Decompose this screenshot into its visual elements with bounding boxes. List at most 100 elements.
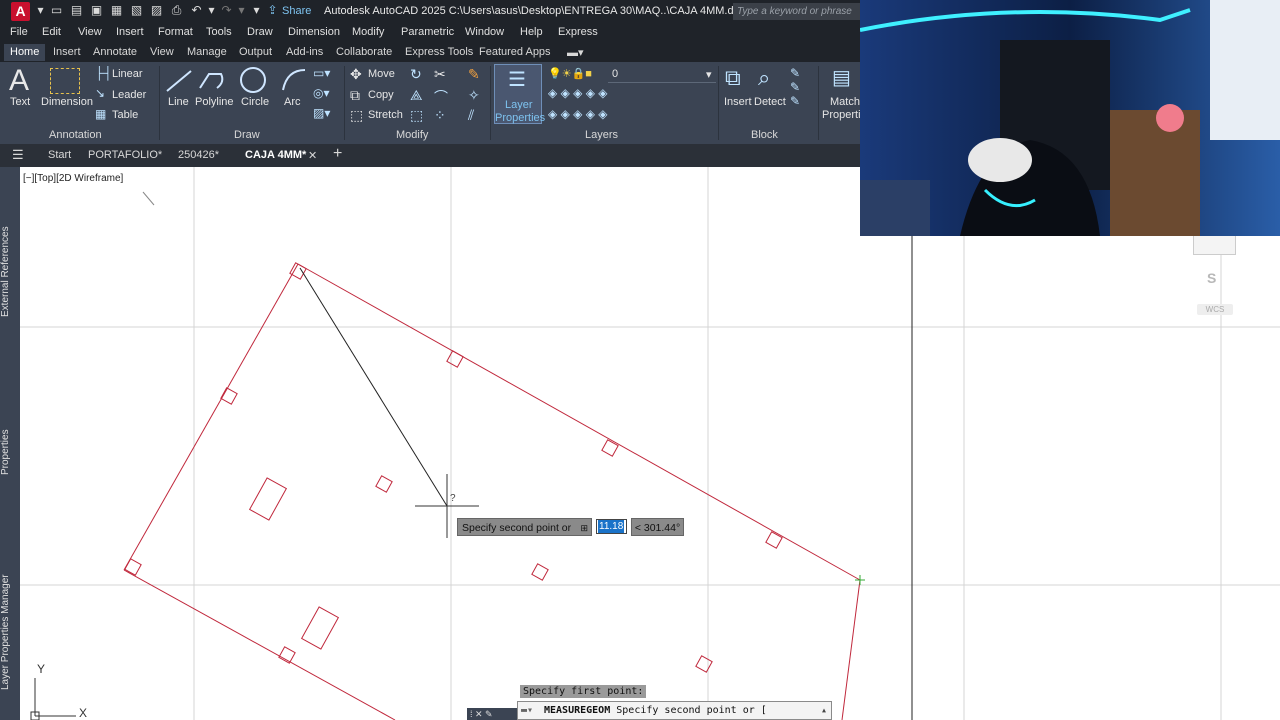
menu-help[interactable]: Help	[520, 26, 543, 38]
block-panel-title[interactable]: Block	[751, 129, 778, 141]
command-line-grip[interactable]: ⁞ ✕ ✎	[467, 708, 517, 720]
menu-express[interactable]: Express	[558, 26, 598, 38]
table-label[interactable]: Table	[112, 109, 138, 121]
ribbon-toggle-icon[interactable]: ▬▾	[567, 46, 584, 59]
insert-block-icon[interactable]: ⧉	[725, 65, 741, 91]
detect-label[interactable]: Detect	[754, 96, 786, 108]
trim-icon[interactable]: ✂	[434, 66, 446, 83]
detect-icon[interactable]: ⌕	[758, 65, 770, 91]
array-icon[interactable]: ⁘	[434, 107, 446, 124]
file-tab-250426[interactable]: 250426*	[178, 149, 219, 161]
tab-express-tools[interactable]: Express Tools	[405, 46, 473, 58]
scale-icon[interactable]: ⬚	[410, 107, 423, 124]
leader-label[interactable]: Leader	[112, 89, 146, 101]
tab-output[interactable]: Output	[239, 46, 272, 58]
hatch-icon[interactable]: ◎▾	[313, 86, 330, 100]
dimension-tool-label[interactable]: Dimension	[41, 96, 93, 108]
gradient-icon[interactable]: ▨▾	[313, 106, 330, 120]
circle-tool-label[interactable]: Circle	[241, 96, 269, 108]
open-folder-icon[interactable]: ▤	[70, 4, 83, 17]
text-tool-label[interactable]: Text	[10, 96, 30, 108]
undo-icon[interactable]: ↶	[190, 4, 203, 17]
menu-draw[interactable]: Draw	[247, 26, 273, 38]
menu-dimension[interactable]: Dimension	[288, 26, 340, 38]
line-tool-label[interactable]: Line	[168, 96, 189, 108]
palette-external-references[interactable]: External References	[0, 187, 20, 357]
menu-modify[interactable]: Modify	[352, 26, 384, 38]
match-label-1[interactable]: Match	[830, 96, 860, 108]
save-as-icon[interactable]: ▦	[110, 4, 123, 17]
layer-tools-row2[interactable]: ◈ ◈ ◈ ◈ ◈	[548, 107, 607, 121]
move-icon[interactable]: ✥	[350, 66, 362, 83]
arc-tool-icon[interactable]	[279, 66, 307, 94]
autocad-logo-icon[interactable]: A	[11, 2, 30, 21]
layer-state-icons[interactable]: 💡☀🔒■	[548, 67, 592, 80]
rotate-icon[interactable]: ↻	[410, 66, 422, 83]
tab-featured-apps[interactable]: Featured Apps	[479, 46, 551, 58]
scroll-up-icon[interactable]: ▴	[821, 702, 827, 719]
arc-tool-label[interactable]: Arc	[284, 96, 301, 108]
redo-dropdown-icon[interactable]: ▾	[235, 4, 248, 17]
tab-collaborate[interactable]: Collaborate	[336, 46, 392, 58]
layer-tools-row1[interactable]: ◈ ◈ ◈ ◈ ◈	[548, 86, 607, 100]
modify-panel-title[interactable]: Modify	[396, 129, 428, 141]
explode-icon[interactable]: ✧	[468, 87, 480, 104]
annotation-panel-title[interactable]: Annotation	[49, 129, 102, 141]
polyline-tool-label[interactable]: Polyline	[195, 96, 234, 108]
hamburger-menu-icon[interactable]: ☰	[12, 147, 24, 163]
file-tab-start[interactable]: Start	[48, 149, 71, 161]
stretch-label[interactable]: Stretch	[368, 109, 403, 121]
menu-view[interactable]: View	[78, 26, 102, 38]
plot-icon[interactable]: ⎙	[170, 4, 183, 17]
fillet-icon[interactable]: ⌒	[434, 87, 448, 107]
menu-window[interactable]: Window	[465, 26, 504, 38]
viewcube-south-label[interactable]: S	[1207, 270, 1216, 286]
move-label[interactable]: Move	[368, 68, 395, 80]
file-tab-caja-4mm[interactable]: CAJA 4MM*	[245, 149, 306, 161]
viewport-controls-label[interactable]: [−][Top][2D Wireframe]	[23, 173, 123, 184]
dimension-tool-icon[interactable]	[50, 68, 80, 94]
menu-edit[interactable]: Edit	[42, 26, 61, 38]
palette-properties[interactable]: Properties	[0, 362, 20, 542]
draw-panel-title[interactable]: Draw	[234, 129, 260, 141]
tab-home[interactable]: Home	[4, 44, 46, 61]
menu-format[interactable]: Format	[158, 26, 193, 38]
linear-dim-icon[interactable]: ├┤	[95, 66, 112, 80]
palette-layer-properties-manager[interactable]: Layer Properties Manager	[0, 545, 20, 720]
match-properties-icon[interactable]: ▤	[832, 65, 851, 90]
layers-panel-title[interactable]: Layers	[585, 129, 618, 141]
viewcube[interactable]	[1193, 236, 1236, 255]
save-icon[interactable]: ▣	[90, 4, 103, 17]
block-tools-icon[interactable]: ✎ ✎ ✎	[790, 66, 800, 108]
tab-annotate[interactable]: Annotate	[93, 46, 137, 58]
stretch-icon[interactable]: ⬚	[350, 107, 363, 124]
copy-icon[interactable]: ⧉	[350, 87, 360, 104]
new-file-icon[interactable]: ▭	[50, 4, 63, 17]
mirror-icon[interactable]: ⟁	[410, 87, 423, 104]
insert-label[interactable]: Insert	[724, 96, 752, 108]
open-cloud-icon[interactable]: ▧	[130, 4, 143, 17]
circle-tool-icon[interactable]	[239, 66, 267, 94]
search-input[interactable]: Type a keyword or phrase	[733, 3, 863, 20]
share-button[interactable]: Share	[282, 5, 311, 17]
table-icon[interactable]: ▦	[95, 107, 106, 121]
copy-label[interactable]: Copy	[368, 89, 394, 101]
line-tool-icon[interactable]	[164, 68, 194, 94]
drawing-canvas[interactable]: ? Y X	[20, 167, 1280, 720]
text-tool-icon[interactable]: A	[9, 66, 29, 96]
tab-manage[interactable]: Manage	[187, 46, 227, 58]
menu-insert[interactable]: Insert	[116, 26, 144, 38]
tab-insert[interactable]: Insert	[53, 46, 81, 58]
redo-icon[interactable]: ↷	[220, 4, 233, 17]
layer-dropdown[interactable]: 0 ▾	[608, 68, 716, 83]
offset-icon[interactable]: ⫽	[468, 107, 474, 124]
share-icon[interactable]: ⇪	[266, 4, 279, 17]
command-line-input[interactable]: ▬▾ MEASUREGEOM Specify second point or […	[517, 701, 832, 720]
menu-tools[interactable]: Tools	[206, 26, 232, 38]
save-cloud-icon[interactable]: ▨	[150, 4, 163, 17]
file-tab-portafolio[interactable]: PORTAFOLIO*	[88, 149, 162, 161]
undo-dropdown-icon[interactable]: ▾	[205, 4, 218, 17]
tab-add-ins[interactable]: Add-ins	[286, 46, 323, 58]
command-prompt-chevron-icon[interactable]: ▬▾	[521, 702, 533, 719]
layer-properties-button[interactable]: ☰ Layer Properties	[494, 64, 545, 124]
